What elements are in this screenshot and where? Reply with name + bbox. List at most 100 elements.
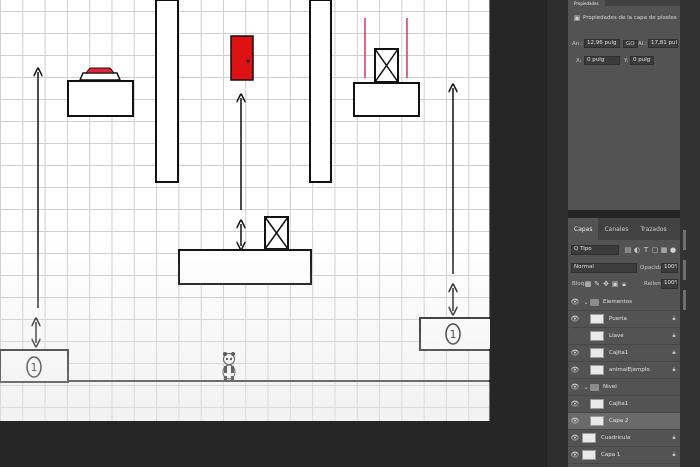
left-pillar: [155, 0, 179, 183]
layer-lock-icon: 🔒︎: [672, 366, 676, 373]
tab-layers[interactable]: Capas: [568, 218, 599, 240]
document-canvas[interactable]: 1 1: [0, 0, 490, 421]
layer-name: Capa 2: [609, 418, 629, 424]
layer-cajita1-elementos[interactable]: 👁︎ Cajita1 🔒︎: [568, 345, 680, 362]
filter-shape-icon[interactable]: ▢: [651, 246, 659, 254]
layer-capa-2[interactable]: 👁︎ Capa 2: [568, 413, 680, 430]
layer-list: 👁︎ ⌄ Elementos 👁︎ Puerta 🔒︎ · Llave 🔒︎ 👁…: [568, 294, 680, 467]
photoshop-workspace: 1 1 Propiedades ▣ Propiedades de la capa…: [0, 0, 700, 467]
layer-thumbnail: [582, 433, 596, 443]
layer-thumbnail: [590, 331, 604, 341]
layer-name: Capa 1: [601, 452, 621, 458]
right-platform-number: 1: [450, 328, 457, 341]
collapsed-panel-grip[interactable]: [683, 230, 686, 250]
visibility-eye-icon[interactable]: 👁︎: [568, 366, 582, 374]
button-platform: [67, 80, 134, 117]
layer-name: Nivel: [603, 384, 617, 390]
lock-artboard-icon[interactable]: ▣: [611, 280, 619, 288]
panda-character: [222, 352, 236, 381]
collapsed-panel-grip-3[interactable]: [683, 290, 686, 310]
tab-channels[interactable]: Canales: [598, 218, 634, 240]
level-drawing: 1 1: [0, 0, 490, 383]
visibility-eye-icon[interactable]: 👁︎: [568, 349, 582, 357]
visibility-eye-icon[interactable]: 👁︎: [568, 451, 582, 459]
layer-name: Elementos: [603, 299, 633, 305]
lock-transparent-icon[interactable]: ▩: [584, 280, 592, 288]
visibility-eye-icon[interactable]: 👁︎: [568, 434, 582, 442]
folder-icon: [590, 298, 599, 306]
layer-name: Llave: [609, 333, 624, 339]
left-platform-number: 1: [31, 361, 38, 374]
red-button: [78, 72, 122, 81]
visibility-eye-icon[interactable]: 👁︎: [568, 298, 582, 306]
group-expand-chevron-icon[interactable]: ⌄: [582, 384, 590, 391]
layer-thumbnail: [590, 399, 604, 409]
x-field[interactable]: 0 pulg: [584, 56, 620, 65]
tab-properties[interactable]: Propiedades: [568, 0, 605, 6]
layer-cajita1-nivel[interactable]: 👁︎ Cajita1: [568, 396, 680, 413]
layer-name: Puerta: [609, 316, 627, 322]
layers-panel: Capas Canales Trazados Q Tipo ▤ ◐ T ▢ ▦ …: [568, 218, 680, 467]
layer-thumbnail: [590, 416, 604, 426]
pixel-layer-icon: ▣: [573, 13, 581, 22]
x-label: X:: [576, 58, 582, 64]
panel-dock-divider: [547, 0, 568, 467]
filter-toggle-icon[interactable]: ●: [669, 246, 677, 254]
layer-lock-icon: 🔒︎: [672, 349, 676, 356]
filter-smart-object-icon[interactable]: ▦: [660, 246, 668, 254]
filter-adjustment-icon[interactable]: ◐: [633, 246, 641, 254]
layer-thumbnail: [590, 365, 604, 375]
collapsed-panel-grip-2[interactable]: [683, 260, 686, 280]
layer-lock-icon: 🔒︎: [672, 451, 676, 458]
layer-llave[interactable]: · Llave 🔒︎: [568, 328, 680, 345]
layer-group-elementos[interactable]: 👁︎ ⌄ Elementos: [568, 294, 680, 311]
y-label: Y:: [624, 58, 629, 64]
properties-panel: Propiedades ▣ Propiedades de la capa de …: [568, 0, 680, 210]
properties-tab-row: Propiedades: [568, 0, 680, 6]
opacity-field[interactable]: 100%: [661, 263, 678, 273]
door-knob: [246, 59, 250, 63]
layer-animalejemplo[interactable]: 👁︎ animalEjemplo 🔒︎: [568, 362, 680, 379]
properties-heading: Propiedades de la capa de píxeles: [583, 15, 677, 21]
layer-thumbnail: [590, 348, 604, 358]
tab-paths[interactable]: Trazados: [634, 218, 672, 240]
height-field[interactable]: 17,81 pulg: [648, 39, 678, 48]
layer-name: Cajita1: [609, 350, 629, 356]
crate-center: [264, 216, 289, 250]
visibility-eye-icon[interactable]: ·: [568, 332, 582, 340]
fill-field[interactable]: 100%: [661, 279, 678, 289]
layer-name: Cuadricula: [601, 435, 631, 441]
layer-cuadricula[interactable]: 👁︎ Cuadricula 🔒︎: [568, 430, 680, 447]
center-platform: [178, 249, 312, 285]
group-expand-chevron-icon[interactable]: ⌄: [582, 299, 590, 306]
visibility-eye-icon[interactable]: 👁︎: [568, 417, 582, 425]
width-field[interactable]: 12,96 pulg: [584, 39, 620, 48]
link-proportions-button[interactable]: GO: [623, 40, 638, 48]
y-field[interactable]: 0 pulg: [630, 56, 654, 65]
lock-all-icon[interactable]: 🔒︎: [620, 280, 628, 288]
height-label: Al.:: [638, 41, 647, 47]
visibility-eye-icon[interactable]: 👁︎: [568, 400, 582, 408]
filter-pixel-icon[interactable]: ▤: [624, 246, 632, 254]
layers-tab-row: Capas Canales Trazados: [568, 218, 680, 240]
canvas-right-gutter: [491, 0, 547, 467]
right-pillar: [309, 0, 332, 183]
visibility-eye-icon[interactable]: 👁︎: [568, 383, 582, 391]
folder-icon: [590, 383, 599, 391]
crate-top: [374, 48, 399, 83]
crate-platform: [353, 82, 420, 117]
layer-filter-select[interactable]: Q Tipo: [571, 245, 619, 255]
visibility-eye-icon[interactable]: 👁︎: [568, 315, 582, 323]
layer-group-nivel[interactable]: 👁︎ ⌄ Nivel: [568, 379, 680, 396]
layer-lock-icon: 🔒︎: [672, 332, 676, 339]
red-button-top: [84, 67, 116, 74]
blend-mode-select[interactable]: Normal: [571, 263, 637, 273]
lock-move-icon[interactable]: ✥: [602, 280, 610, 288]
lock-paint-icon[interactable]: ✎: [593, 280, 601, 288]
layer-thumbnail: [590, 314, 604, 324]
layer-capa-1[interactable]: 👁︎ Capa 1 🔒︎: [568, 447, 680, 464]
layer-lock-icon: 🔒︎: [672, 434, 676, 441]
layer-puerta[interactable]: 👁︎ Puerta 🔒︎: [568, 311, 680, 328]
filter-type-icon[interactable]: T: [642, 246, 650, 254]
layer-name: animalEjemplo: [609, 367, 650, 373]
